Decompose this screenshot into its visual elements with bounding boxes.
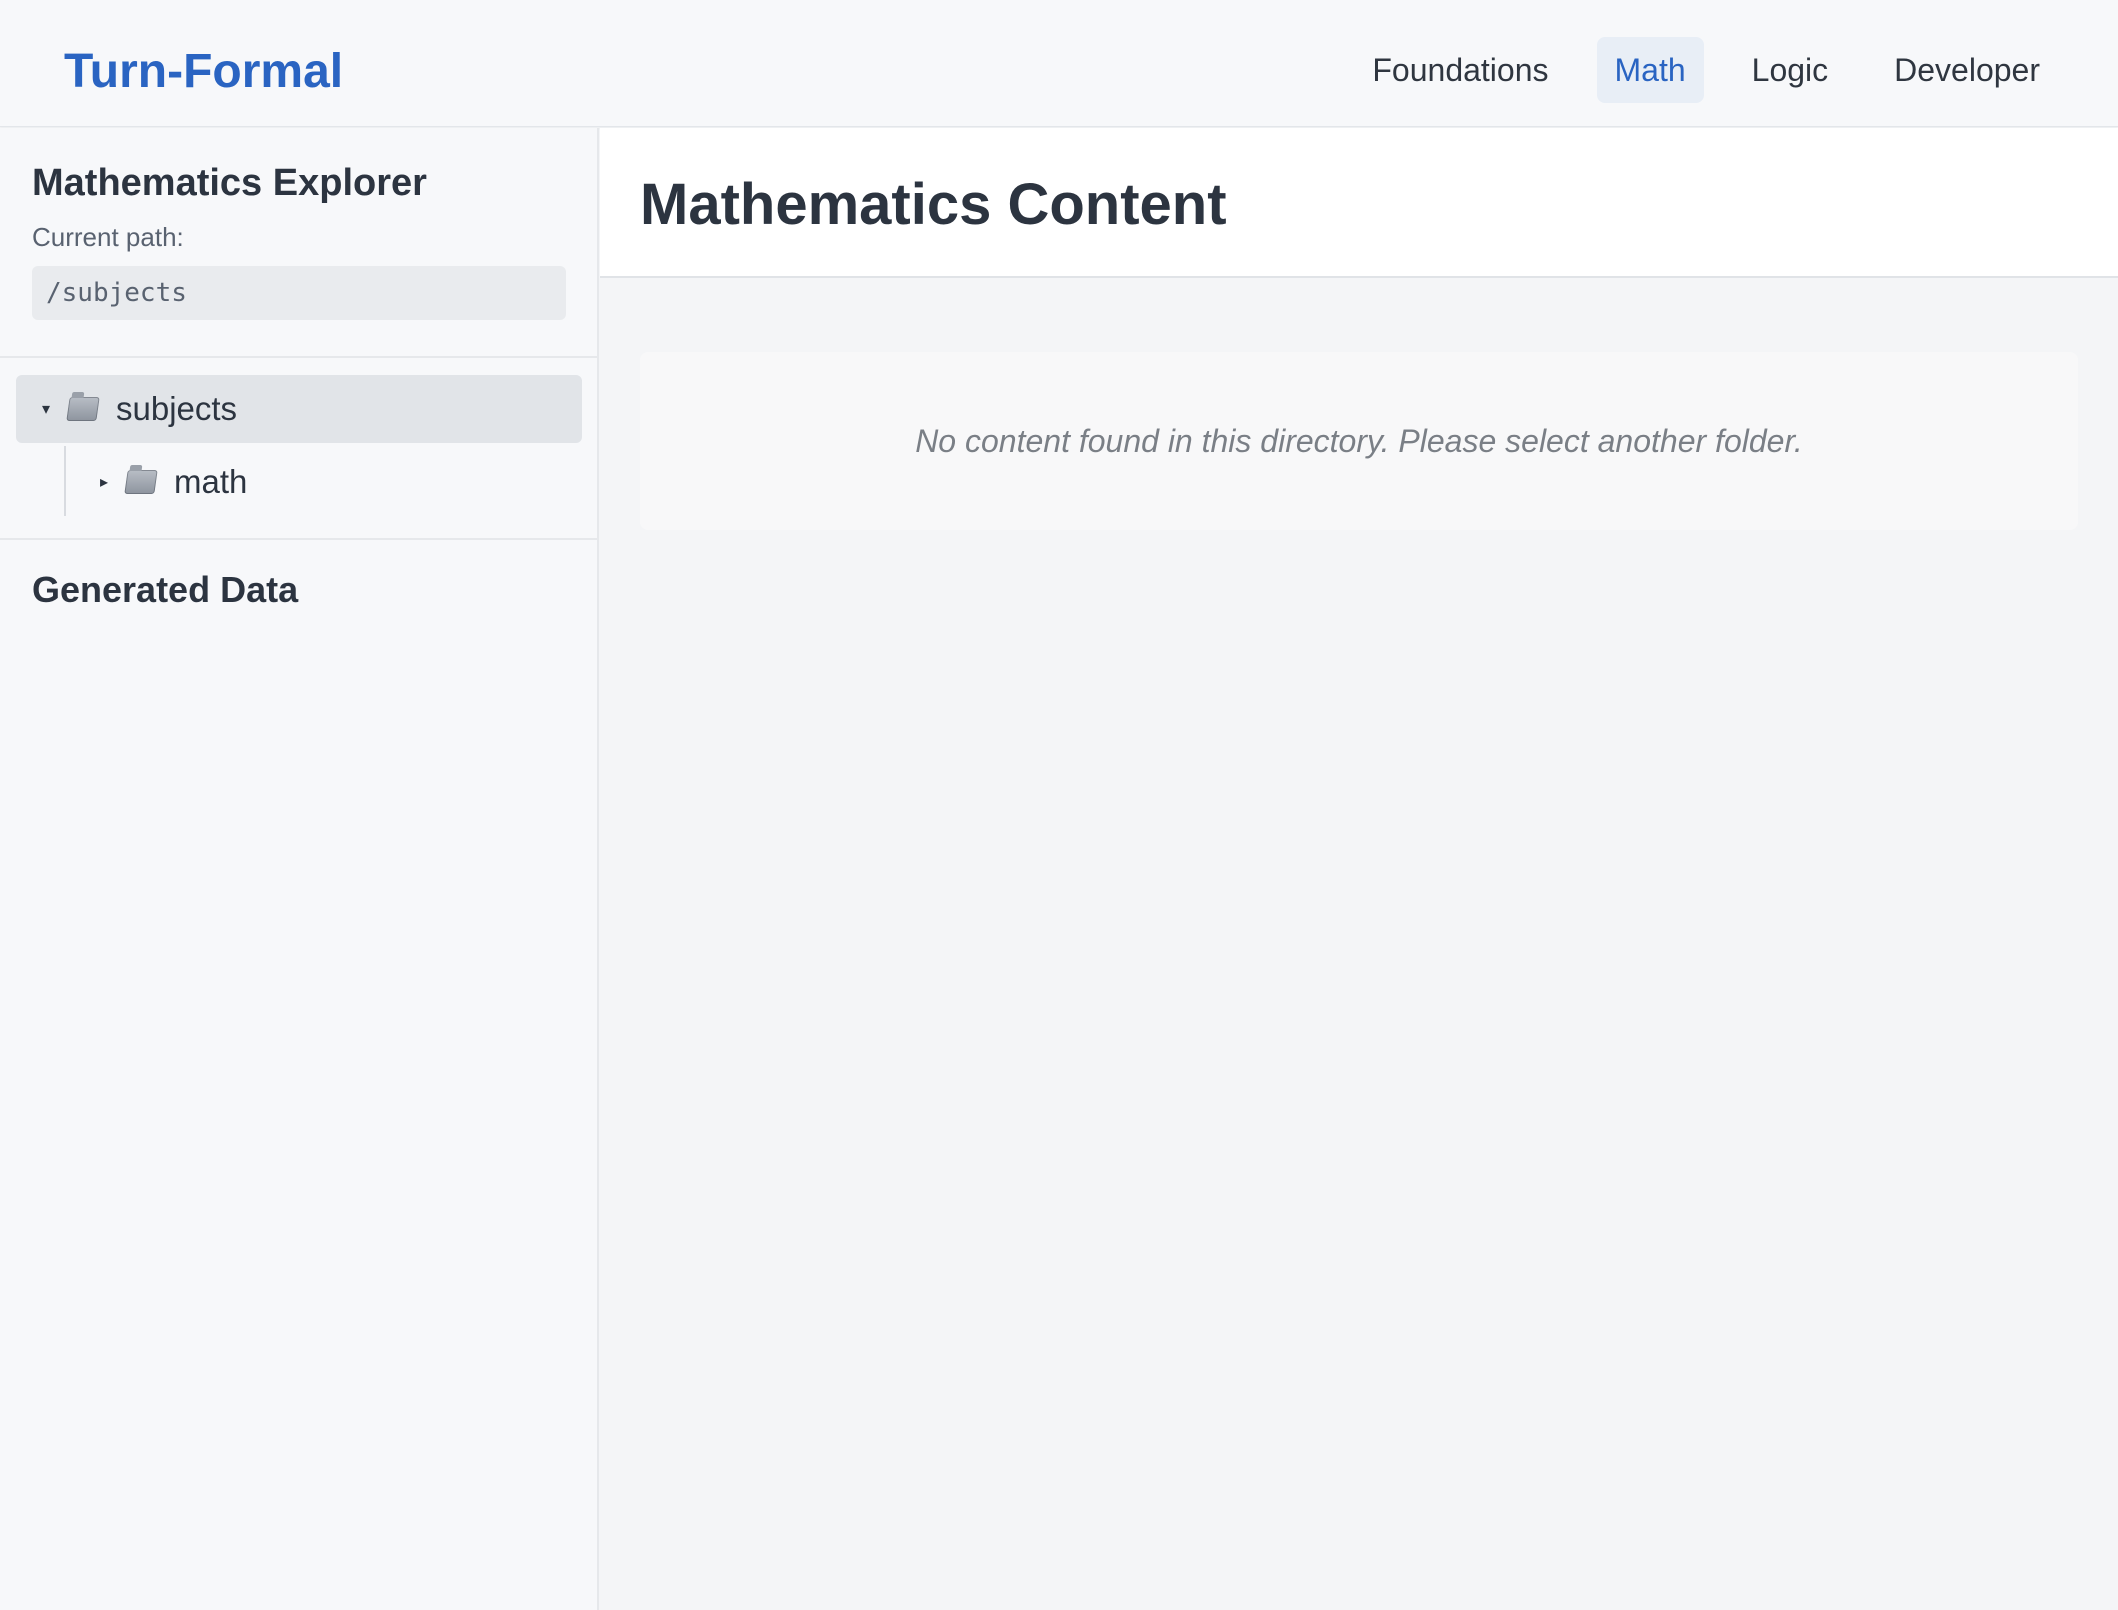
nav-foundations[interactable]: Foundations xyxy=(1354,37,1566,103)
tree-item-math[interactable]: ▸ math xyxy=(100,448,580,516)
tree-item-subjects[interactable]: ▾ subjects xyxy=(16,375,582,443)
folder-icon xyxy=(124,470,158,494)
sidebar: Mathematics Explorer Current path: /subj… xyxy=(0,128,599,1610)
folder-tree: ▾ subjects ▸ math xyxy=(0,358,597,540)
brand-logo[interactable]: Turn-Formal xyxy=(64,44,343,100)
caret-down-icon[interactable]: ▾ xyxy=(42,399,68,419)
main-nav: Foundations Math Logic Developer xyxy=(1354,37,2058,103)
caret-right-icon[interactable]: ▸ xyxy=(100,472,126,492)
nav-developer[interactable]: Developer xyxy=(1876,37,2058,103)
nav-logic[interactable]: Logic xyxy=(1734,37,1847,103)
explorer-title: Mathematics Explorer xyxy=(32,162,427,204)
nav-math[interactable]: Math xyxy=(1596,37,1704,103)
page-title: Mathematics Content xyxy=(640,172,1227,237)
folder-icon xyxy=(66,397,100,421)
tree-item-label: subjects xyxy=(116,390,238,427)
current-path-value: /subjects xyxy=(32,266,566,320)
top-navbar: Turn-Formal Foundations Math Logic Devel… xyxy=(0,0,2118,127)
explorer-header: Mathematics Explorer Current path: /subj… xyxy=(0,128,597,358)
content-header: Mathematics Content xyxy=(600,128,2118,278)
empty-state-card: No content found in this directory. Plea… xyxy=(640,352,2078,530)
empty-state-message: No content found in this directory. Plea… xyxy=(915,422,1803,459)
generated-data-heading: Generated Data xyxy=(32,569,299,610)
current-path-label: Current path: xyxy=(32,222,184,252)
tree-indent-line xyxy=(64,446,66,516)
tree-item-label: math xyxy=(174,463,248,500)
